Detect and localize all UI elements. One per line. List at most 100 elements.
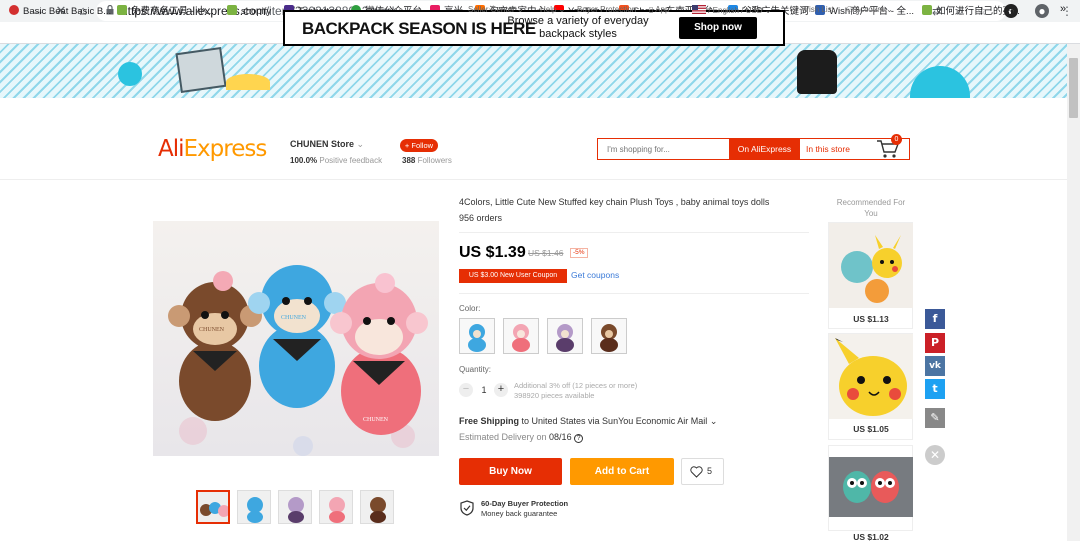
new-user-coupon[interactable]: US $3.00 New User Coupon [459,269,567,283]
toy-label: CHUNEN [281,315,307,321]
color-label: Color: [459,304,481,313]
profile-icon[interactable]: ● [1035,4,1049,18]
cart-count-badge: 0 [891,134,902,145]
thumbnail-image [361,491,393,523]
bookmark-icon [227,5,237,15]
thumbnail-image [238,491,270,523]
product-title: 4Colors, Little Cute New Stuffed key cha… [459,197,770,207]
plush-monkeys-photo: CHUNEN CHUNEN CHUNEN [153,221,439,456]
edit-icon[interactable]: ✎ [925,408,945,428]
wish-list-link[interactable]: ♡ Wish List [792,5,834,14]
shield-check-icon [460,500,474,516]
aliexpress-logo[interactable]: AliExpress [158,136,267,162]
header-divider [0,179,1067,180]
banner-circle-decoration [118,62,142,86]
help-icon[interactable]: ? [574,434,584,443]
bookmark-icon [117,5,127,15]
page-scrollbar[interactable] [1067,44,1080,541]
thumbnail-image [320,491,352,523]
gallery-thumbnail[interactable] [360,490,394,524]
pikachu-plush-image [829,334,913,419]
banner-circle-decoration [910,66,970,98]
color-option-blue[interactable] [459,318,495,354]
banner-backpack-image [797,50,837,94]
quantity-info: Additional 3% off (12 pieces or more) 398… [514,381,638,400]
search-on-aliexpress-button[interactable]: On AliExpress [729,138,800,160]
bookmarks-more[interactable]: » [1060,3,1066,16]
swatch-image [600,324,618,352]
app-link[interactable]: ▯ App [649,5,669,14]
owl-plush-image [829,457,913,517]
store-name[interactable]: CHUNEN Store ⌄ [290,139,364,150]
vk-share-icon[interactable]: vk [925,356,945,376]
discount-badge: -5% [570,248,588,258]
banner-subtitle: Browse a variety of everyday backpack st… [507,15,649,40]
follow-button[interactable]: + Follow [400,139,438,152]
pinterest-share-icon[interactable]: P [925,333,945,353]
bookmark-icon [922,5,932,15]
chevron-down-icon: ⌄ [356,139,365,149]
bookmark-how-to[interactable]: 如何进行自己的亮... [922,5,1020,18]
account-link[interactable]: ⚇ Account ⌄ [846,5,893,14]
twitter-share-icon[interactable]: t [925,379,945,399]
original-price: US $1.46 [528,248,564,258]
current-price: US $1.39 [459,244,526,261]
shipping-info[interactable]: Free Shipping to United States via SunYo… [459,416,717,427]
banner-laptop-image [175,46,227,94]
buyer-protection-subtitle: Money back guarantee [481,509,558,518]
quantity-decrease-button[interactable]: − [459,383,473,397]
swatch-image [468,324,486,352]
buy-now-button[interactable]: Buy Now [459,458,562,485]
recommended-item-image[interactable] [829,457,913,517]
recommended-title: Recommended For You [836,198,906,218]
recommended-item-image[interactable] [829,334,913,419]
quantity-label: Quantity: [459,365,492,374]
banner-shape-decoration [226,74,270,90]
search-input[interactable] [600,140,728,158]
language-currency-selector[interactable]: / English / USD ⌄ [692,5,771,15]
bookmark-basic-beat[interactable]: Basic Beat Basic B... [9,5,111,18]
pokemon-plush-image [829,223,913,308]
facebook-share-icon[interactable]: f [925,309,945,329]
heart-icon: ♡ [792,5,800,14]
quantity-increase-button[interactable]: + [494,383,508,397]
close-icon[interactable]: ✕ [925,445,945,465]
main-product-image[interactable]: CHUNEN CHUNEN CHUNEN [153,221,439,456]
buyer-protection-title: 60-Day Buyer Protection [481,499,569,508]
promo-banner[interactable] [0,44,1067,98]
followers-count: 388 Followers [402,156,452,165]
bookmark-business-tools[interactable]: 免费商务工具 - 小... [117,5,214,18]
recommended-item-price: US $1.05 [853,424,889,434]
add-to-cart-button[interactable]: Add to Cart [570,458,674,485]
thumbnail-image [198,492,228,522]
swatch-image [556,324,574,352]
gallery-thumbnail[interactable] [237,490,271,524]
seller-center-link[interactable]: Seller Center ⌄ [468,5,524,14]
gallery-thumbnail[interactable] [319,490,353,524]
gallery-thumbnail[interactable] [278,490,312,524]
orders-count: 956 orders [459,213,503,223]
us-flag-icon [692,5,706,14]
color-option-purple[interactable] [547,318,583,354]
heart-icon [690,466,703,478]
bookmark-shopify[interactable]: shopify [227,5,271,18]
quantity-input[interactable]: 1 [480,385,488,395]
get-coupons-link[interactable]: Get coupons [571,270,619,280]
swatch-image [512,324,530,352]
thumbnail-image [279,491,311,523]
shop-now-button[interactable]: Shop now [679,17,757,39]
bookmark-icon [9,5,19,15]
divider [459,232,809,233]
gallery-thumbnail[interactable] [196,490,230,524]
color-option-brown[interactable] [591,318,627,354]
phone-icon: ▯ [649,5,654,14]
estimated-delivery: Estimated Delivery on 08/16 ? [459,432,584,443]
recommended-item-price: US $1.13 [853,314,889,324]
recommended-item-image[interactable] [829,223,913,308]
help-link[interactable]: Help ⌄ [540,5,565,14]
buyer-protection-link[interactable]: Buyer Protection [577,5,636,14]
scrollbar-thumb[interactable] [1069,58,1078,118]
color-option-pink[interactable] [503,318,539,354]
chevron-down-icon: ⌄ [709,416,718,426]
user-icon: ⚇ [846,5,854,14]
